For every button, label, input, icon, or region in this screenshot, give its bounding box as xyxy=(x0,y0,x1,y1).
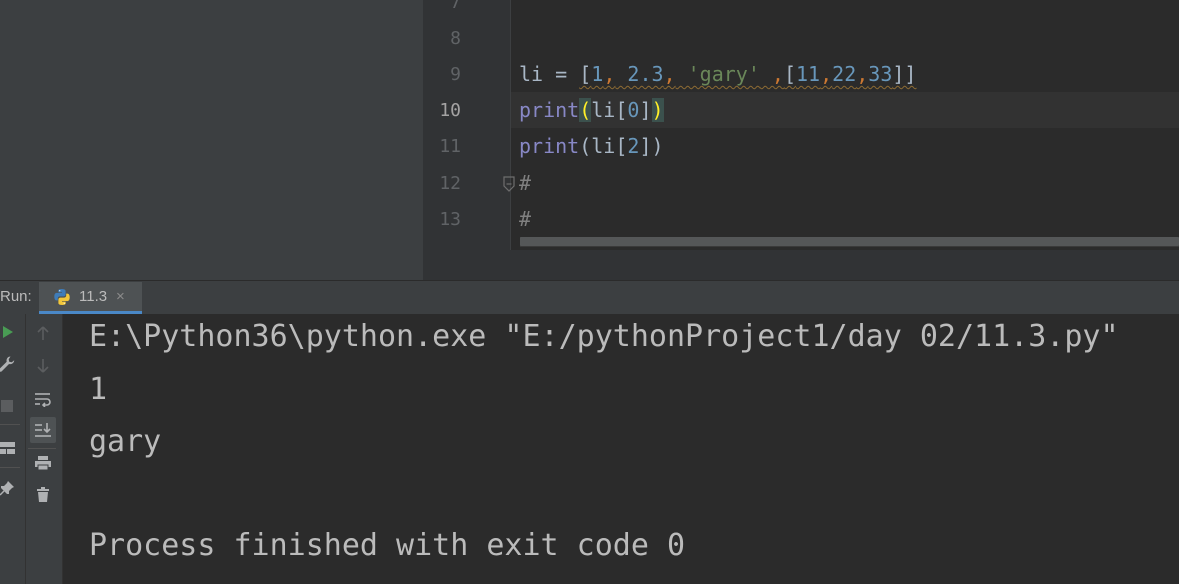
token: ] xyxy=(639,134,652,158)
token: ) xyxy=(651,134,664,158)
line-number: 8 xyxy=(450,28,461,49)
python-icon xyxy=(54,289,70,305)
toolbar-separator xyxy=(0,467,20,468)
token: 11 xyxy=(796,62,821,86)
run-label: Run: xyxy=(0,288,32,305)
token: 2.3 xyxy=(615,62,664,86)
token: ( xyxy=(579,98,592,122)
line-number: 9 xyxy=(450,64,461,85)
token: ) xyxy=(651,98,664,122)
close-icon[interactable]: × xyxy=(116,288,125,305)
line-number: 13 xyxy=(439,209,461,230)
token: , xyxy=(663,62,676,86)
token: [ xyxy=(615,134,628,158)
token: , xyxy=(603,62,616,86)
horizontal-scrollbar-thumb[interactable] xyxy=(520,237,1179,246)
stop-icon[interactable] xyxy=(0,395,18,417)
run-icon[interactable] xyxy=(0,321,18,343)
print-icon[interactable] xyxy=(32,452,54,474)
toolbar-separator xyxy=(28,448,56,449)
token: 0 xyxy=(627,98,640,122)
token: , xyxy=(759,62,784,86)
token: , xyxy=(856,62,869,86)
code-line-13[interactable]: # xyxy=(519,201,531,237)
soft-wrap-icon[interactable] xyxy=(32,388,54,410)
token: 1 xyxy=(591,62,604,86)
trash-icon[interactable] xyxy=(32,484,54,506)
editor-footer xyxy=(423,250,1179,280)
code-line-12[interactable]: # xyxy=(519,165,531,201)
token: li xyxy=(591,98,616,122)
line-number-active: 10 xyxy=(439,100,461,121)
scroll-to-end-icon[interactable] xyxy=(30,417,56,443)
line-number: 7 xyxy=(450,0,461,13)
token: = xyxy=(543,62,580,86)
line-number: 12 xyxy=(439,173,461,194)
toolbar-separator xyxy=(0,424,20,425)
token: , xyxy=(820,62,833,86)
token: li xyxy=(591,134,616,158)
token: print xyxy=(519,98,580,122)
token: [ xyxy=(615,98,628,122)
run-tab-title: 11.3 xyxy=(79,288,108,305)
pin-icon[interactable] xyxy=(0,477,18,499)
console-line: Process finished with exit code 0 xyxy=(89,528,686,563)
token: 33 xyxy=(868,62,893,86)
up-arrow-icon[interactable] xyxy=(32,322,54,344)
code-line-9[interactable]: li = [1, 2.3, 'gary' ,[11,22,33]] xyxy=(519,56,916,92)
console-line: 1 xyxy=(89,372,108,407)
fold-icon[interactable] xyxy=(502,175,516,193)
token: ]] xyxy=(892,62,917,86)
code-line-11[interactable]: print(li[2]) xyxy=(519,128,664,164)
line-number: 11 xyxy=(439,136,461,157)
project-panel xyxy=(0,0,423,280)
token: [ xyxy=(783,62,797,86)
console-line: gary xyxy=(89,424,162,459)
token: ( xyxy=(579,134,592,158)
token: ] xyxy=(639,98,652,122)
layout-icon[interactable] xyxy=(0,437,18,459)
down-arrow-icon[interactable] xyxy=(32,355,54,377)
token: li xyxy=(519,62,544,86)
console-line: E:\Python36\python.exe "E:/pythonProject… xyxy=(89,319,1119,354)
token: print xyxy=(519,134,580,158)
token: 'gary' xyxy=(675,62,760,86)
token: [ xyxy=(579,62,592,86)
token: 2 xyxy=(627,134,640,158)
wrench-icon[interactable] xyxy=(0,353,18,375)
code-line-10[interactable]: print(li[0]) xyxy=(519,92,664,128)
token: 22 xyxy=(832,62,857,86)
run-toolwindow-header xyxy=(0,280,1179,314)
